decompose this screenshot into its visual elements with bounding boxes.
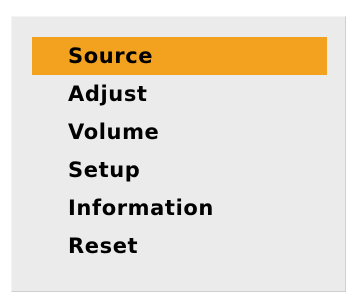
menu-item-label: Reset <box>68 234 139 258</box>
menu-item-setup[interactable]: Setup <box>32 151 327 189</box>
menu-item-label: Information <box>68 196 214 220</box>
menu-item-label: Setup <box>68 158 141 182</box>
menu-item-label: Volume <box>68 120 160 144</box>
menu-item-information[interactable]: Information <box>32 189 327 227</box>
menu-item-reset[interactable]: Reset <box>32 227 327 265</box>
menu-item-source[interactable]: Source <box>32 37 327 75</box>
menu-item-adjust[interactable]: Adjust <box>32 75 327 113</box>
menu-item-label: Source <box>68 44 154 68</box>
osd-menu-panel: Source Adjust Volume Setup Information R… <box>11 16 346 292</box>
menu-item-volume[interactable]: Volume <box>32 113 327 151</box>
menu-item-label: Adjust <box>68 82 148 106</box>
main-menu-list: Source Adjust Volume Setup Information R… <box>12 37 345 265</box>
